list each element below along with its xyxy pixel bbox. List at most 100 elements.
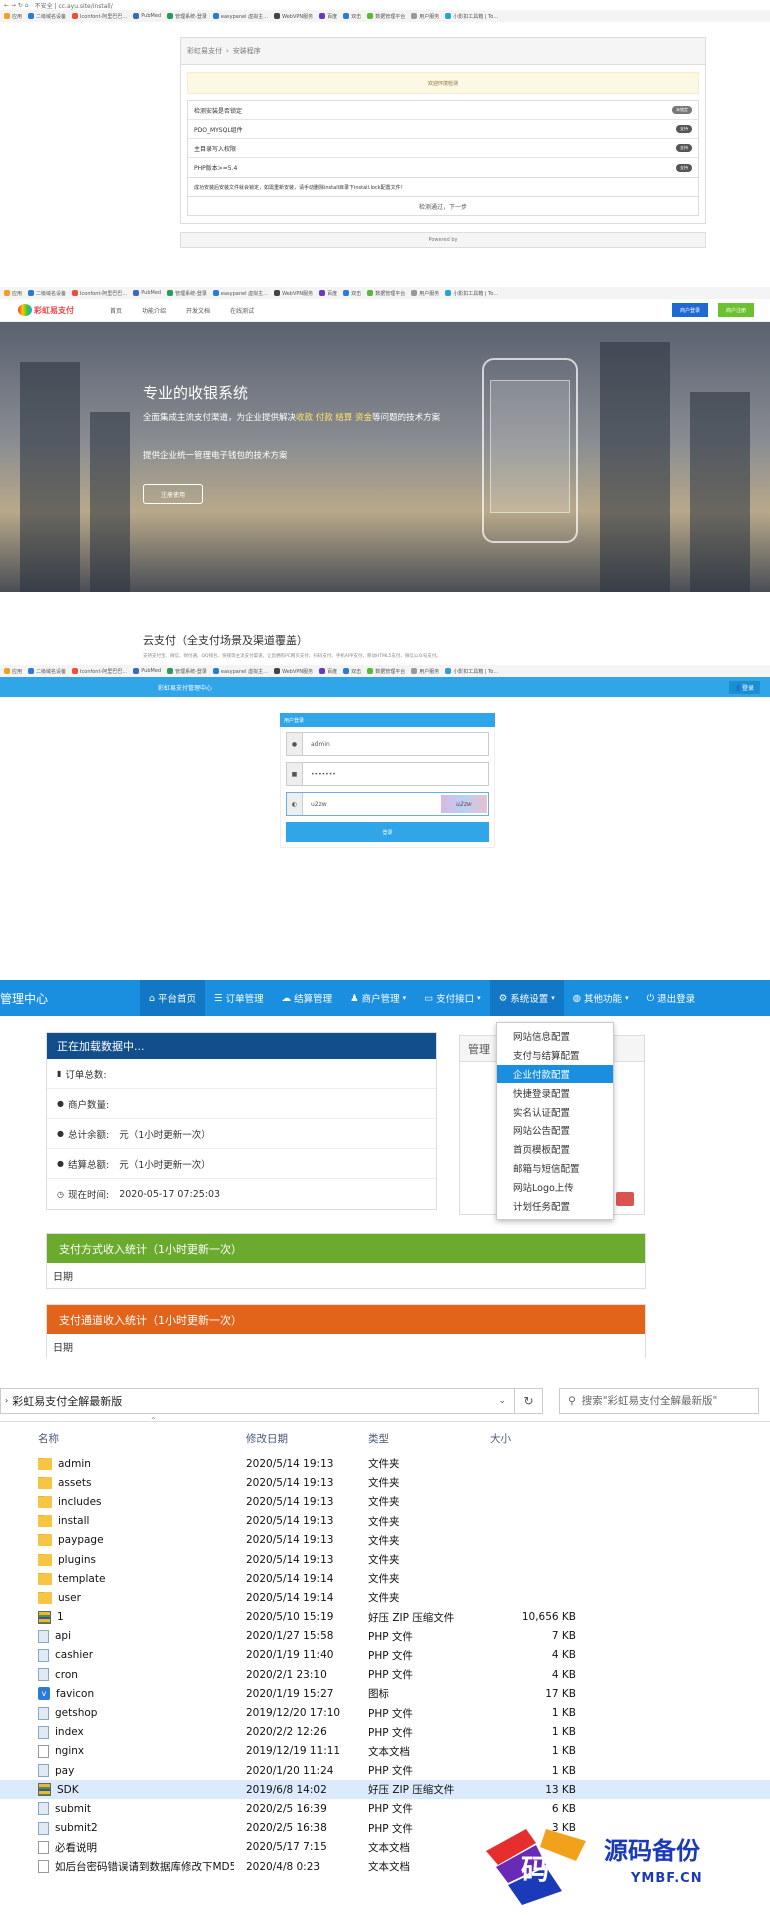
bookmark-item[interactable]: 双击 [343,13,361,20]
username-field[interactable]: ● admin [286,732,489,756]
bookmark-item[interactable]: 用户服务 [411,668,439,675]
admin-nav-globe[interactable]: ◍ 其他功能 ▾ [564,980,638,1016]
admin-nav-user[interactable]: ♟ 商户管理 ▾ [341,980,415,1016]
column-header-date[interactable]: 修改日期 [234,1431,364,1446]
settings-menu-item[interactable]: 支付与结算配置 [497,1046,613,1065]
settings-menu-item[interactable]: 邮箱与短信配置 [497,1159,613,1178]
chevron-down-icon[interactable]: ⌄ [498,1396,506,1406]
admin-nav-home[interactable]: ⌂ 平台首页 [140,980,206,1016]
bookmark-item[interactable]: 百度 [319,290,337,297]
home-nav-link[interactable]: 开发文档 [186,306,210,315]
next-step-button[interactable]: 检测通过，下一步 [187,197,699,216]
register-use-button[interactable]: 注册使用 [143,484,203,504]
admin-nav-power[interactable]: ⏻ 退出登录 [638,980,705,1016]
bookmark-item[interactable]: 用户服务 [411,290,439,297]
settings-menu-item[interactable]: 快捷登录配置 [497,1083,613,1102]
bookmark-item[interactable]: 管理系统-登录 [167,668,207,675]
bookmark-item[interactable]: PubMed [133,13,161,19]
explorer-search-box[interactable]: ⚲ 搜索"彩虹易支付全解最新版" [559,1387,759,1414]
file-row[interactable]: cashier 2020/1/19 11:40 PHP 文件 4 KB [0,1646,770,1665]
captcha-field[interactable]: ◐ u2zw u2zw [286,792,489,816]
bookmark-item[interactable]: WebVPN服务 [274,13,313,20]
settings-menu-item[interactable]: 网站公告配置 [497,1121,613,1140]
admin-brand[interactable]: 管理中心 [0,990,140,1007]
refresh-icon[interactable]: ↻ [515,1387,543,1414]
file-row[interactable]: pay 2020/1/20 11:24 PHP 文件 1 KB [0,1761,770,1780]
merchant-login-button[interactable]: 商户登录 [671,303,708,317]
bookmark-item[interactable]: 应用 [4,290,22,297]
file-row[interactable]: nginx 2019/12/19 11:11 文本文档 1 KB [0,1742,770,1761]
column-header-name[interactable]: 名称 [0,1431,234,1446]
file-row[interactable]: index 2020/2/2 12:26 PHP 文件 1 KB [0,1723,770,1742]
bookmark-item[interactable]: 百度 [319,13,337,20]
bookmark-item[interactable]: 二级域名设备 [28,668,66,675]
nav-arrows-icon[interactable]: ← → ↻ ⌂ [4,2,29,9]
file-row[interactable]: admin 2020/5/14 19:13 文件夹 [0,1454,770,1473]
settings-menu-item[interactable]: 计划任务配置 [497,1196,613,1215]
bookmark-item[interactable]: 小影扣工具箱 | To… [445,13,498,20]
admin-nav-gear[interactable]: ⚙ 系统设置 ▾ [489,980,564,1016]
bookmark-item[interactable]: 应用 [4,668,22,675]
bookmark-item[interactable]: 管理系统-登录 [167,290,207,297]
bookmark-item[interactable]: 百度 [319,668,337,675]
bookmark-item[interactable]: PubMed [133,290,161,296]
admin-nav-cloud[interactable]: ☁ 结算管理 [273,980,342,1016]
admin-nav-card[interactable]: ▭ 支付接口 ▾ [415,980,490,1016]
home-nav-link[interactable]: 在线测试 [230,306,254,315]
settings-menu-item[interactable]: 企业付款配置 [497,1064,613,1084]
file-row[interactable]: assets 2020/5/14 19:13 文件夹 [0,1473,770,1492]
breadcrumb-root[interactable]: 彩虹易支付 [187,46,222,56]
bookmark-item[interactable]: Iconfont-阿里巴巴… [72,290,127,297]
bookmark-item[interactable]: 小影扣工具箱 | To… [445,668,498,675]
admin-bar-user[interactable]: 👤登录 [728,680,760,694]
merchant-register-button[interactable]: 商户注册 [717,303,754,317]
settings-menu-item[interactable]: 网站信息配置 [497,1027,613,1046]
admin-nav-list[interactable]: ☰ 订单管理 [205,980,273,1016]
bookmark-item[interactable]: 数据管理平台 [367,290,405,297]
settings-menu-item[interactable]: 首页模板配置 [497,1140,613,1159]
home-nav-link[interactable]: 功能介绍 [142,306,166,315]
address-bar[interactable]: ← → ↻ ⌂ 不安全 | cc.ayu.site/install/ [0,0,770,10]
home-logo[interactable]: 彩虹易支付 [18,304,74,316]
bookmark-item[interactable]: 双击 [343,668,361,675]
file-row[interactable]: SDK 2019/6/8 14:02 好压 ZIP 压缩文件 13 KB [0,1780,770,1800]
file-row[interactable]: getshop 2019/12/20 17:10 PHP 文件 1 KB [0,1703,770,1722]
bookmark-item[interactable]: Iconfont-阿里巴巴… [72,13,127,20]
captcha-image[interactable]: u2zw [441,795,487,813]
file-row[interactable]: 1 2020/5/10 15:19 好压 ZIP 压缩文件 10,656 KB [0,1608,770,1627]
file-row[interactable]: includes 2020/5/14 19:13 文件夹 [0,1492,770,1511]
bookmark-item[interactable]: WebVPN服务 [274,290,313,297]
file-row[interactable]: user 2020/5/14 19:14 文件夹 [0,1588,770,1607]
bookmark-item[interactable]: PubMed [133,668,161,674]
password-field[interactable]: ■ ••••••• [286,762,489,786]
bookmark-item[interactable]: 双击 [343,290,361,297]
column-header-type[interactable]: 类型 [364,1431,474,1446]
bookmark-item[interactable]: easypanel 虚拟主… [212,668,268,675]
settings-menu-item[interactable]: 实名认证配置 [497,1102,613,1121]
bookmark-item[interactable]: 数据管理平台 [367,668,405,675]
bookmark-item[interactable]: 二级域名设备 [28,290,66,297]
bookmark-item[interactable]: 管理系统-登录 [167,13,207,20]
explorer-path-bar[interactable]: › 彩虹易支付全解最新版 ⌄ [0,1387,515,1414]
bookmark-item[interactable]: easypanel 虚拟主… [212,13,268,20]
file-row[interactable]: install 2020/5/14 19:13 文件夹 [0,1512,770,1531]
settings-menu-item[interactable]: 网站Logo上传 [497,1177,613,1196]
file-row[interactable]: cron 2020/2/1 23:10 PHP 文件 4 KB [0,1665,770,1684]
side-panel-action-button[interactable] [616,1192,634,1206]
file-row[interactable]: template 2020/5/14 19:14 文件夹 [0,1569,770,1588]
home-nav-link[interactable]: 首页 [110,306,122,315]
login-submit-button[interactable]: 登录 [286,822,489,842]
bookmark-item[interactable]: 数据管理平台 [367,13,405,20]
bookmark-item[interactable]: Iconfont-阿里巴巴… [72,668,127,675]
bookmark-item[interactable]: easypanel 虚拟主… [212,290,268,297]
bookmark-item[interactable]: 小影扣工具箱 | To… [445,290,498,297]
file-row[interactable]: plugins 2020/5/14 19:13 文件夹 [0,1550,770,1569]
bookmark-item[interactable]: WebVPN服务 [274,668,313,675]
column-header-size[interactable]: 大小 [474,1431,584,1446]
file-row[interactable]: submit 2020/2/5 16:39 PHP 文件 6 KB [0,1799,770,1818]
file-row[interactable]: v favicon 2020/1/19 15:27 图标 17 KB [0,1684,770,1703]
bookmark-item[interactable]: 应用 [4,13,22,20]
file-row[interactable]: paypage 2020/5/14 19:13 文件夹 [0,1531,770,1550]
file-row[interactable]: api 2020/1/27 15:58 PHP 文件 7 KB [0,1627,770,1646]
bookmark-item[interactable]: 二级域名设备 [28,13,66,20]
